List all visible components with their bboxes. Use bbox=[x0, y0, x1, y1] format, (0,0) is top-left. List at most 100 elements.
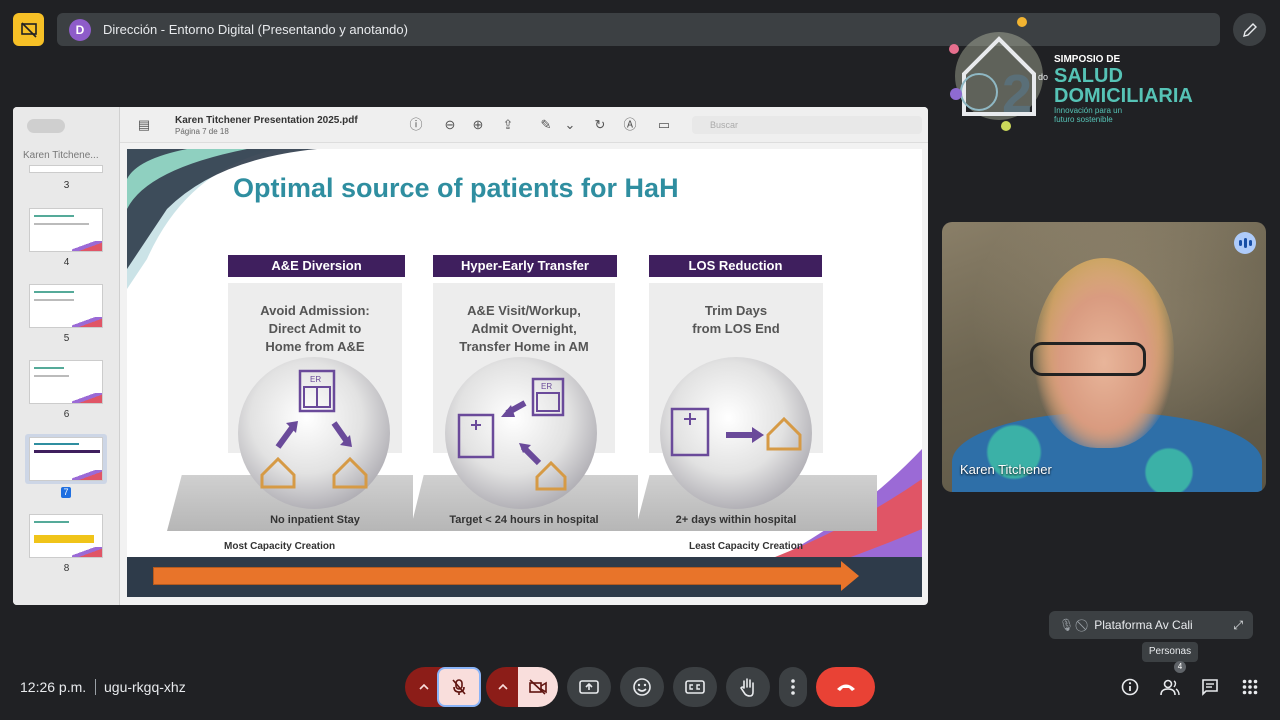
thumbnail-number: 3 bbox=[63, 180, 70, 191]
meeting-time: 12:26 p.m. bbox=[20, 679, 87, 695]
video-options-button[interactable] bbox=[486, 667, 520, 707]
leave-call-button[interactable] bbox=[816, 667, 875, 707]
svg-text:ER: ER bbox=[541, 382, 552, 391]
meeting-code: ugu-rkgq-xhz bbox=[104, 679, 186, 695]
pdf-toolbar: ▤ Karen Titchener Presentation 2025.pdf … bbox=[120, 107, 928, 143]
thumbnail-number-selected: 7 bbox=[61, 487, 71, 498]
participant-name: Plataforma Av Cali bbox=[1094, 618, 1193, 632]
emoji-icon bbox=[633, 678, 651, 696]
presenter-title: Dirección - Entorno Digital (Presentando… bbox=[103, 22, 408, 37]
zoom-in-icon[interactable]: ⊕ bbox=[470, 117, 486, 133]
zoom-out-icon[interactable]: ⊖ bbox=[442, 117, 458, 133]
platform-label: No inpatient Stay bbox=[270, 514, 360, 526]
search-input[interactable]: Buscar bbox=[692, 116, 922, 134]
camera-off-icon bbox=[529, 679, 547, 695]
thumbnail-sidebar[interactable]: Karen Titchene... 3 4 5 6 7 8 bbox=[13, 107, 120, 605]
pdf-viewer: Karen Titchene... 3 4 5 6 7 8 ▤ Karen Ti… bbox=[13, 107, 928, 605]
thumbnail-page-4[interactable] bbox=[29, 208, 103, 252]
column-text: Transfer Home in AM bbox=[459, 339, 589, 354]
share-icon[interactable]: ⇪ bbox=[500, 117, 516, 133]
raise-hand-button[interactable] bbox=[726, 667, 770, 707]
mic-off-icon bbox=[452, 679, 466, 695]
chat-button[interactable] bbox=[1199, 676, 1221, 698]
logo-line-3: DOMICILIARIA bbox=[1054, 85, 1193, 107]
apps-grid-icon bbox=[1242, 679, 1258, 695]
svg-text:2: 2 bbox=[1002, 64, 1032, 124]
chevron-up-icon bbox=[498, 683, 508, 690]
people-count-badge: 4 bbox=[1174, 661, 1186, 673]
column-header-los-reduction: LOS Reduction bbox=[649, 255, 822, 277]
capacity-arrow-head bbox=[841, 561, 859, 591]
rotate-icon[interactable]: ↻ bbox=[592, 117, 608, 133]
sidebar-toggle[interactable] bbox=[27, 119, 65, 133]
people-icon bbox=[1160, 679, 1180, 696]
info-icon[interactable]: ⓘ bbox=[408, 117, 424, 133]
thumbnail-number: 6 bbox=[63, 409, 70, 420]
annotate-icon[interactable]: Ⓐ bbox=[622, 117, 638, 133]
thumbnail-page-7[interactable] bbox=[29, 437, 103, 481]
logo-house-graphic: 2 do bbox=[949, 17, 1048, 131]
thumbnail-page-3[interactable] bbox=[29, 165, 103, 173]
expand-icon[interactable]: ⤢ bbox=[1233, 618, 1243, 633]
speaker-name: Karen Titchener bbox=[960, 462, 1052, 477]
document-title: Karen Titchener Presentation 2025.pdf bbox=[175, 115, 358, 126]
logo-tagline: Innovación para un futuro sostenible bbox=[1054, 106, 1123, 124]
hyper-early-diagram: ER bbox=[457, 377, 567, 491]
column-text: Avoid Admission: bbox=[260, 303, 370, 318]
logo-line-1: SIMPOSIO DE bbox=[1054, 54, 1121, 65]
thumbnail-number: 5 bbox=[63, 333, 70, 344]
chevron-down-icon[interactable]: ⌄ bbox=[562, 117, 578, 133]
markup-pen-icon[interactable]: ✎ bbox=[538, 117, 554, 133]
logo-line-2: SALUD bbox=[1054, 65, 1123, 87]
sidebar-layout-icon[interactable]: ▤ bbox=[136, 117, 152, 133]
column-text: from LOS End bbox=[692, 321, 780, 336]
svg-text:ER: ER bbox=[310, 375, 321, 384]
page-indicator: Página 7 de 18 bbox=[175, 127, 229, 136]
captions-button[interactable] bbox=[673, 667, 717, 707]
people-tooltip: Personas bbox=[1142, 642, 1198, 662]
meeting-info-button[interactable] bbox=[1119, 676, 1141, 698]
right-caption: Least Capacity Creation bbox=[689, 541, 803, 552]
present-screen-icon bbox=[579, 680, 599, 694]
activities-button[interactable] bbox=[1239, 676, 1261, 698]
more-options-button[interactable] bbox=[779, 667, 807, 707]
speaker-video-tile[interactable]: Karen Titchener bbox=[942, 222, 1266, 492]
thumbnail-page-6[interactable] bbox=[29, 360, 103, 404]
mic-toggle-button[interactable] bbox=[437, 667, 481, 707]
speaker-glasses bbox=[1030, 342, 1146, 376]
presenter-avatar: D bbox=[69, 18, 91, 41]
slide-canvas: Optimal source of patients for HaH A&E D… bbox=[127, 149, 922, 597]
column-text: Trim Days bbox=[704, 303, 768, 318]
platform-label: Target < 24 hours in hospital bbox=[449, 514, 599, 526]
divider bbox=[95, 679, 96, 695]
column-header-hyper-early-transfer: Hyper-Early Transfer bbox=[433, 255, 617, 277]
hand-icon bbox=[740, 678, 754, 697]
column-text: Home from A&E bbox=[265, 339, 365, 354]
capacity-arrow bbox=[153, 567, 843, 585]
thumbnail-number: 8 bbox=[63, 563, 70, 574]
present-screen-button[interactable] bbox=[567, 667, 611, 707]
chat-icon bbox=[1202, 679, 1218, 696]
sidebar-title: Karen Titchene... bbox=[23, 150, 99, 161]
platform-label: 2+ days within hospital bbox=[675, 514, 797, 526]
end-call-icon bbox=[836, 684, 855, 691]
form-fill-icon[interactable]: ▭ bbox=[656, 117, 672, 133]
people-button[interactable] bbox=[1159, 676, 1181, 698]
reactions-button[interactable] bbox=[620, 667, 664, 707]
participant-tile-small[interactable]: 🎙 ⃠ Plataforma Av Cali ⤢ bbox=[1049, 611, 1253, 639]
camera-toggle-button[interactable] bbox=[518, 667, 558, 707]
more-vertical-icon bbox=[791, 679, 795, 695]
column-text: A&E Visit/Workup, bbox=[467, 303, 581, 318]
thumbnail-page-5[interactable] bbox=[29, 284, 103, 328]
thumbnail-number: 4 bbox=[63, 257, 70, 268]
presentation-off-icon[interactable] bbox=[13, 13, 44, 46]
captions-icon bbox=[685, 680, 705, 694]
left-caption: Most Capacity Creation bbox=[224, 541, 336, 552]
svg-text:do: do bbox=[1038, 72, 1048, 82]
info-icon bbox=[1121, 678, 1139, 696]
column-text: Admit Overnight, bbox=[471, 321, 577, 336]
mic-off-icon: 🎙 bbox=[1059, 618, 1075, 632]
column-header-ae-diversion: A&E Diversion bbox=[228, 255, 405, 277]
thumbnail-page-8[interactable] bbox=[29, 514, 103, 558]
annotate-pen-icon[interactable] bbox=[1233, 13, 1266, 46]
